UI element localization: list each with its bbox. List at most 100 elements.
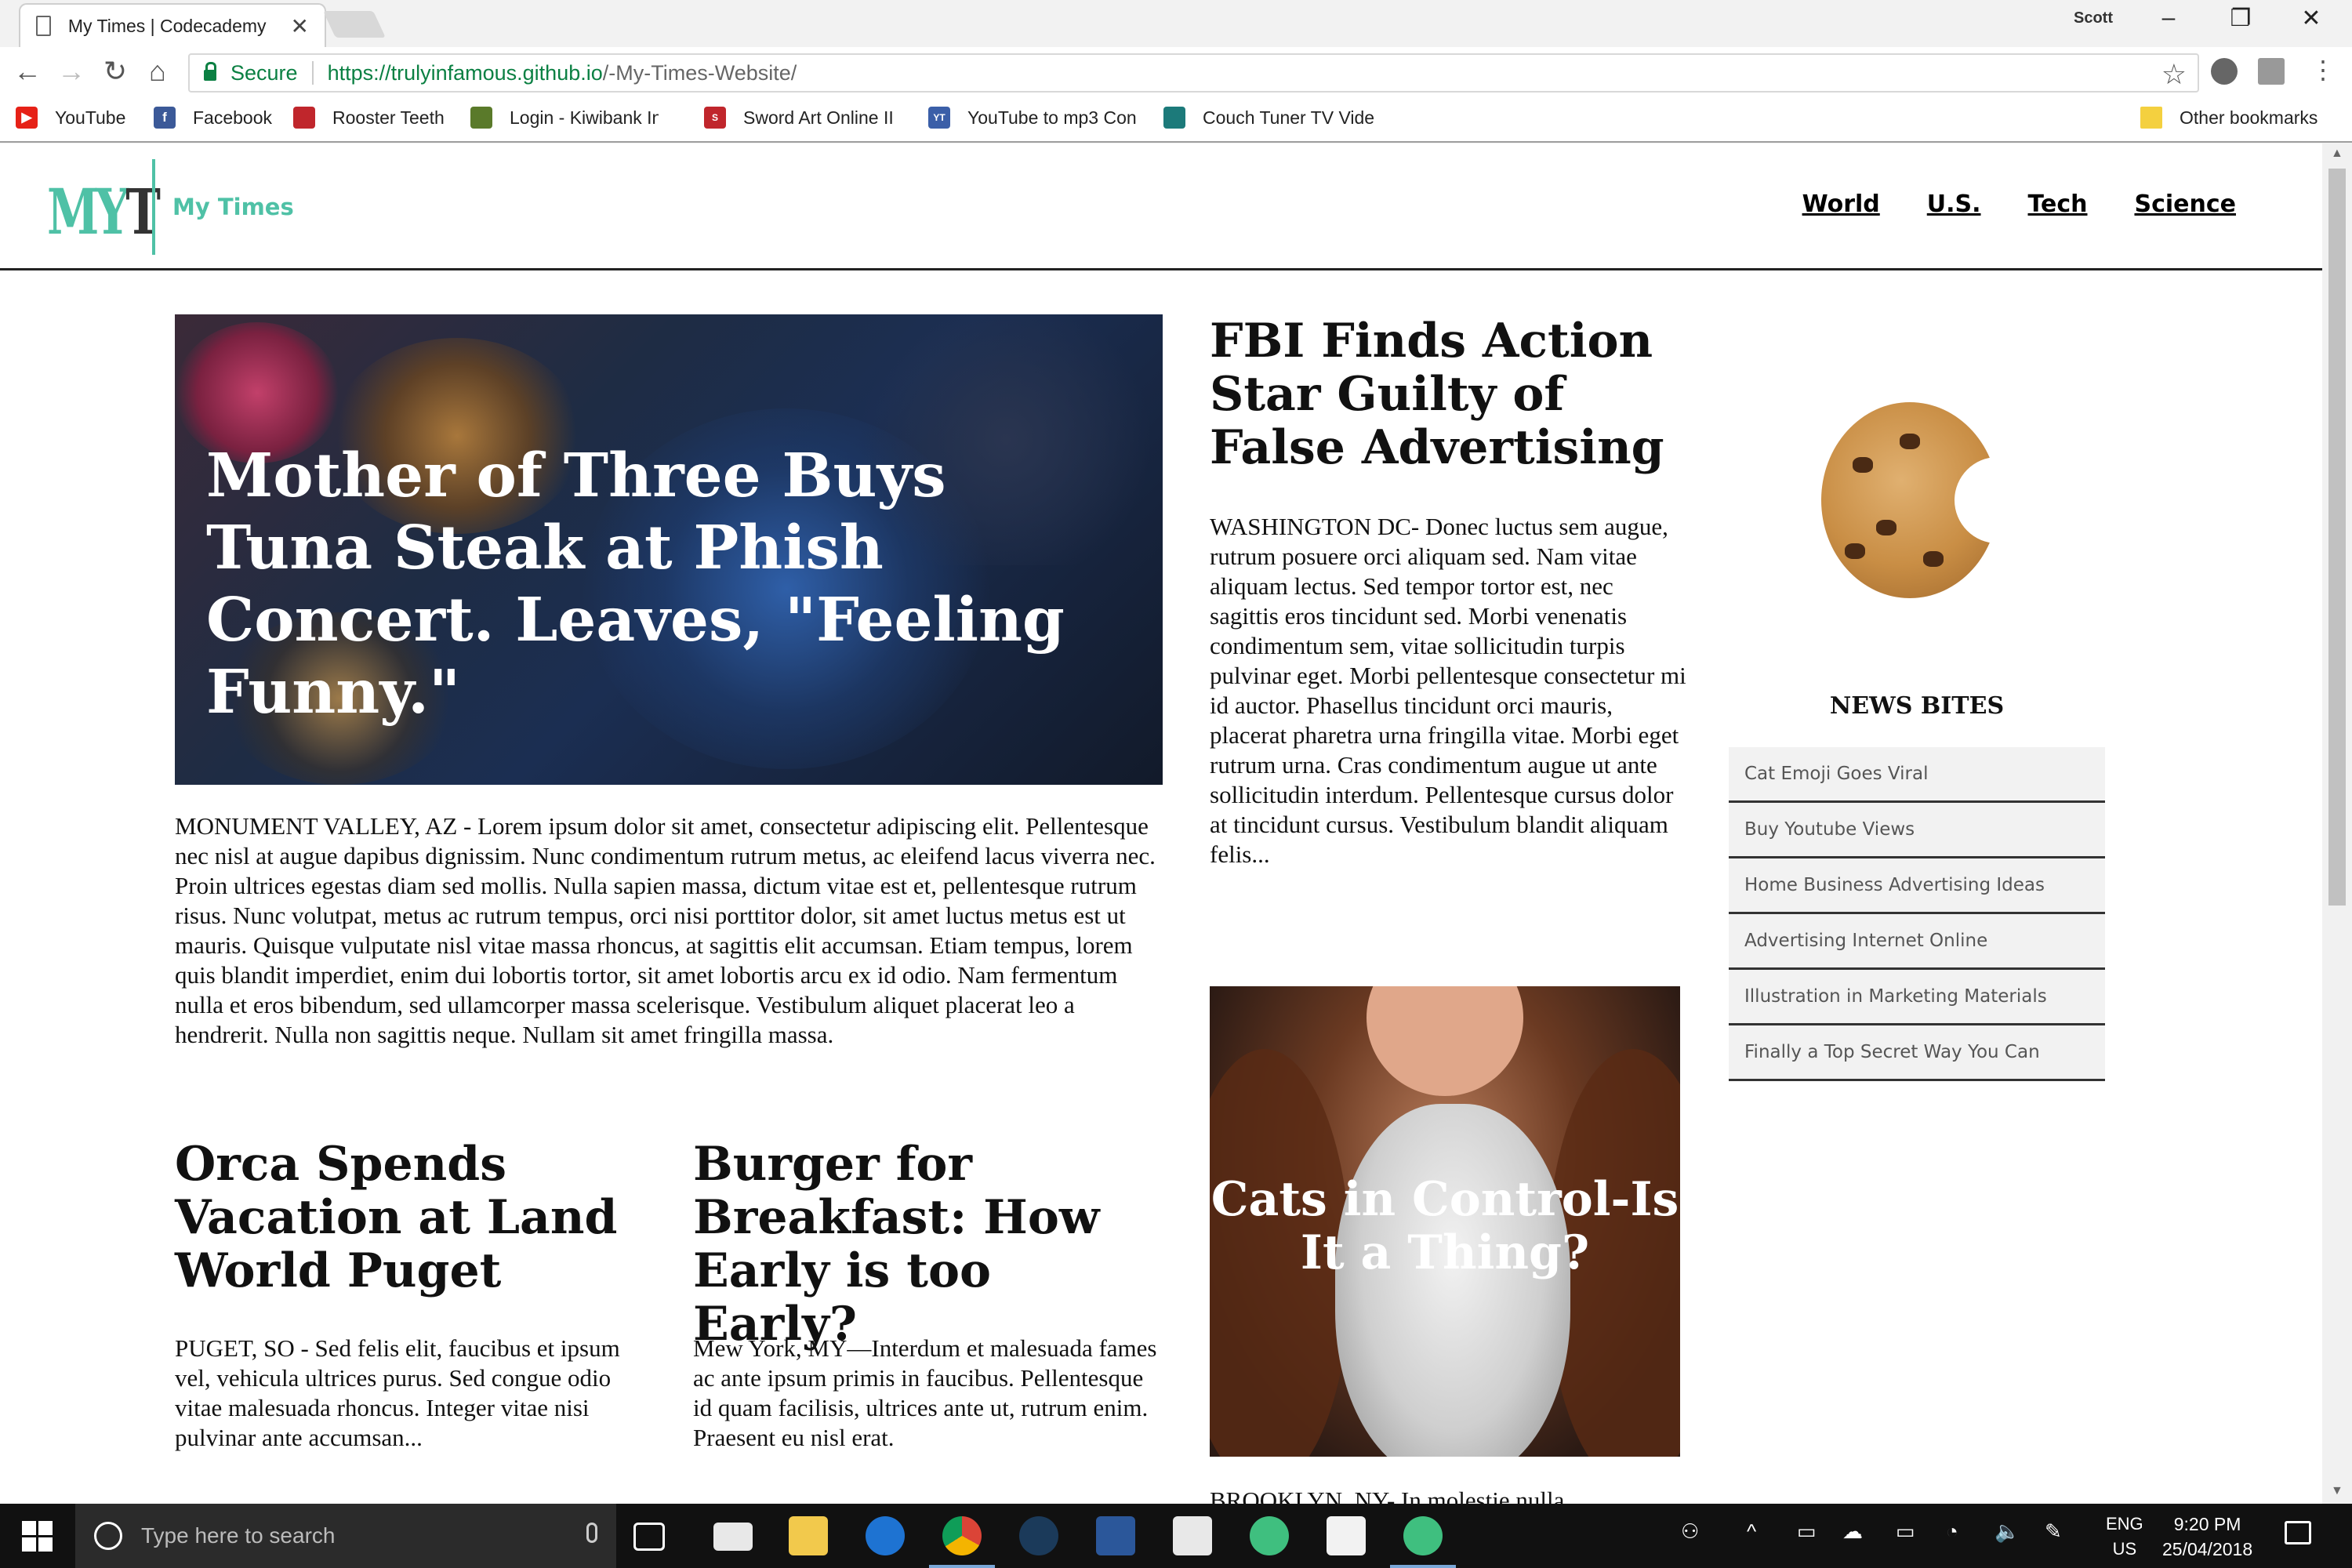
bookmark-youtube[interactable]: ▶ YouTube: [16, 107, 125, 129]
bookmarks-bar: ▶ YouTube f Facebook Rooster Teeth Login…: [0, 97, 2352, 143]
new-tab-button[interactable]: [323, 11, 386, 38]
bookmark-label: YouTube: [55, 107, 126, 128]
kiwibank-icon: [470, 107, 492, 129]
show-hidden-icons[interactable]: ^: [1747, 1519, 1756, 1544]
mail-icon[interactable]: [713, 1523, 753, 1551]
close-tab-icon[interactable]: ✕: [291, 13, 309, 39]
volume-icon[interactable]: 🔈: [1994, 1519, 2020, 1544]
language-indicator[interactable]: ENG US: [2106, 1512, 2143, 1562]
battery-icon[interactable]: ▭: [1896, 1519, 1915, 1544]
pen-icon[interactable]: ✎: [2045, 1519, 2062, 1544]
steam-icon[interactable]: [1019, 1516, 1058, 1555]
bookmark-ytmp3[interactable]: YT YouTube to mp3 Con: [928, 107, 1138, 129]
bookmark-rooster-teeth[interactable]: Rooster Teeth: [293, 107, 445, 129]
bookmark-label: YouTube to mp3 Con: [967, 107, 1137, 128]
region-code: US: [2112, 1539, 2137, 1559]
page-scrollbar[interactable]: ▲ ▼: [2322, 143, 2352, 1504]
scroll-up-icon[interactable]: ▲: [2331, 147, 2343, 161]
bookmark-couchtuner[interactable]: Couch Tuner TV Vide: [1163, 107, 1377, 129]
web-page: MYT My Times World U.S. Tech Science Mot…: [0, 143, 2322, 1504]
page-icon: [36, 16, 51, 36]
wifi-icon[interactable]: ◔: [1946, 1519, 1958, 1544]
fbi-headline[interactable]: FBI Finds Action Star Guilty of False Ad…: [1210, 314, 1688, 474]
edge-icon[interactable]: [866, 1516, 905, 1555]
minimize-icon[interactable]: –: [2145, 5, 2192, 31]
hero-image[interactable]: Mother of Three Buys Tuna Steak at Phish…: [175, 314, 1163, 785]
chrome-icon[interactable]: [942, 1516, 982, 1555]
news-bite-item[interactable]: Illustration in Marketing Materials: [1729, 970, 2105, 1025]
bookmark-sao[interactable]: S Sword Art Online II: [704, 107, 894, 129]
cats-headline[interactable]: Cats in Control-Is It a Thing?: [1210, 1173, 1680, 1279]
sao-icon: S: [704, 107, 726, 129]
forward-icon[interactable]: →: [53, 55, 89, 88]
projector-icon[interactable]: ▭: [1797, 1519, 1817, 1544]
profile-name[interactable]: Scott: [2074, 9, 2113, 27]
news-bite-item[interactable]: Buy Youtube Views: [1729, 803, 2105, 858]
people-icon[interactable]: ⚇: [1681, 1519, 1699, 1544]
clock-date: 25/04/2018: [2162, 1539, 2253, 1559]
logo-my: MY: [47, 175, 129, 249]
chocolate-chip: [1900, 434, 1920, 449]
news-bite-item[interactable]: Home Business Advertising Ideas: [1729, 858, 2105, 914]
home-icon[interactable]: ⌂: [140, 55, 176, 88]
url-host: https://trulyinfamous.github.io: [327, 60, 603, 85]
system-clock[interactable]: 9:20 PM 25/04/2018: [2162, 1512, 2252, 1562]
cats-image[interactable]: Cats in Control-Is It a Thing?: [1210, 986, 1680, 1457]
bookmark-kiwibank[interactable]: Login - Kiwibank Inte: [470, 107, 659, 129]
windows-start-icon[interactable]: [22, 1521, 53, 1552]
news-bite-item[interactable]: Finally a Top Secret Way You Can: [1729, 1025, 2105, 1081]
burger-article-text: Mew York, MY—Interdum et malesuada fames…: [693, 1334, 1157, 1451]
search-placeholder: Type here to search: [141, 1523, 336, 1548]
other-bookmarks[interactable]: Other bookmarks: [2140, 107, 2318, 129]
address-bar[interactable]: Secure https://trulyinfamous.github.io /…: [188, 53, 2199, 93]
hero-headline[interactable]: Mother of Three Buys Tuna Steak at Phish…: [206, 440, 1131, 728]
bookmark-star-icon[interactable]: ☆: [2161, 58, 2187, 91]
bookmark-label: Sword Art Online II: [743, 107, 894, 128]
cookie-bite: [1955, 457, 2041, 543]
bookmark-facebook[interactable]: f Facebook: [154, 107, 272, 129]
nav-link-world[interactable]: World: [1802, 191, 1880, 218]
atom-icon[interactable]: [1403, 1516, 1443, 1555]
sticky-notes-icon[interactable]: [1327, 1516, 1366, 1555]
facebook-icon: f: [154, 107, 176, 129]
site-logo[interactable]: MYT: [47, 175, 161, 249]
close-window-icon[interactable]: ✕: [2288, 5, 2335, 32]
fbi-article-text: WASHINGTON DC- Donec luctus sem augue, r…: [1210, 513, 1686, 868]
main-nav: World U.S. Tech Science: [1802, 191, 2236, 218]
site-header: MYT My Times World U.S. Tech Science: [0, 143, 2322, 270]
extension-globe-icon[interactable]: [2211, 58, 2238, 85]
task-view-icon[interactable]: [633, 1523, 665, 1551]
scroll-thumb[interactable]: [2328, 169, 2346, 906]
browser-tab[interactable]: My Times | Codecademy ✕: [19, 3, 326, 47]
action-center-icon[interactable]: [2285, 1521, 2311, 1544]
onedrive-icon[interactable]: ☁: [1842, 1519, 1863, 1544]
nav-link-science[interactable]: Science: [2134, 191, 2236, 218]
ytmp3-icon: YT: [928, 107, 950, 129]
nav-link-tech[interactable]: Tech: [2028, 191, 2088, 218]
bookmark-label: Rooster Teeth: [332, 107, 445, 128]
news-bite-item[interactable]: Cat Emoji Goes Viral: [1729, 747, 2105, 803]
chocolate-chip: [1876, 520, 1896, 535]
burger-headline[interactable]: Burger for Breakfast: How Early is too E…: [693, 1138, 1163, 1351]
word-icon[interactable]: [1096, 1516, 1135, 1555]
orca-headline[interactable]: Orca Spends Vacation at Land World Puget: [175, 1138, 645, 1298]
url-path: /-My-Times-Website/: [602, 60, 797, 85]
file-explorer-icon[interactable]: [789, 1516, 828, 1555]
nav-link-us[interactable]: U.S.: [1927, 191, 1981, 218]
atom-icon[interactable]: [1250, 1516, 1289, 1555]
language-code: ENG: [2106, 1514, 2143, 1534]
menu-icon[interactable]: ⋮: [2305, 55, 2341, 85]
extension-icon[interactable]: [2258, 58, 2285, 85]
back-icon[interactable]: ←: [9, 55, 45, 88]
microphone-icon[interactable]: [586, 1523, 597, 1543]
reload-icon[interactable]: ↻: [97, 55, 133, 88]
bookmark-label: Couch Tuner TV Vide: [1203, 107, 1375, 128]
news-bite-item[interactable]: Advertising Internet Online: [1729, 914, 2105, 970]
store-icon[interactable]: [1173, 1516, 1212, 1555]
news-bites-list: Cat Emoji Goes Viral Buy Youtube Views H…: [1729, 747, 2105, 1081]
logo-divider: [152, 159, 155, 255]
rooster-teeth-icon: [293, 107, 315, 129]
scroll-down-icon[interactable]: ▼: [2331, 1484, 2343, 1498]
restore-icon[interactable]: ❐: [2217, 5, 2264, 32]
taskbar-search[interactable]: Type here to search: [75, 1504, 616, 1568]
